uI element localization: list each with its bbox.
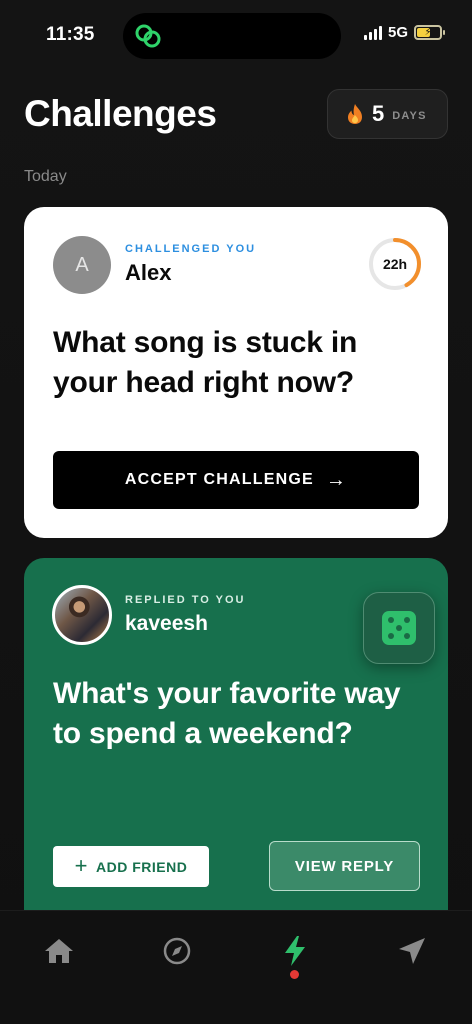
link-rings-icon	[135, 24, 161, 48]
random-question-button[interactable]	[363, 592, 435, 664]
arrow-right-icon: →	[325, 468, 348, 491]
nav-send[interactable]	[394, 933, 430, 969]
plus-icon: +	[74, 852, 88, 878]
nav-challenges[interactable]	[277, 933, 313, 969]
reply-status-label: REPLIED TO YOU	[125, 594, 246, 606]
challenger-name[interactable]: Alex	[125, 260, 171, 286]
flame-icon	[348, 104, 362, 124]
view-reply-button[interactable]: VIEW REPLY	[269, 841, 420, 891]
avatar[interactable]: A	[53, 236, 111, 294]
reply-card: REPLIED TO YOU kaveesh What's your favor…	[24, 558, 448, 938]
streak-unit: DAYS	[392, 109, 427, 122]
home-icon	[45, 939, 73, 963]
section-label-today: Today	[24, 168, 67, 185]
challenge-status-label: CHALLENGED YOU	[125, 243, 257, 255]
reply-question: What's your favorite way to spend a week…	[53, 677, 401, 750]
streak-badge[interactable]: 5 DAYS	[327, 89, 448, 139]
streak-count: 5	[372, 101, 385, 126]
notification-dot	[290, 970, 299, 979]
accept-challenge-button[interactable]: ACCEPT CHALLENGE →	[53, 451, 419, 509]
lightning-icon	[285, 936, 305, 966]
cellular-signal-icon	[363, 25, 382, 40]
challenge-card: A CHALLENGED YOU Alex 22h What song is s…	[24, 207, 448, 538]
dynamic-island	[123, 13, 341, 59]
nav-home[interactable]	[41, 933, 77, 969]
dice-icon	[382, 611, 416, 645]
timer-text: 22h	[382, 256, 408, 272]
network-type: 5G	[387, 24, 408, 41]
compass-icon	[163, 937, 191, 965]
add-friend-button[interactable]: + ADD FRIEND	[53, 846, 209, 887]
page-title: Challenges	[24, 93, 217, 134]
nav-explore[interactable]	[159, 933, 195, 969]
bottom-nav	[0, 910, 472, 1024]
status-bar: 11:35 5G ⚡	[0, 0, 472, 70]
paper-plane-icon	[399, 938, 425, 964]
status-indicators: 5G ⚡	[363, 24, 445, 41]
countdown-timer: 22h	[368, 237, 422, 291]
add-friend-label: ADD FRIEND	[96, 858, 188, 875]
battery-charging-icon: ⚡	[414, 25, 445, 40]
status-time: 11:35	[46, 24, 95, 45]
accept-challenge-label: ACCEPT CHALLENGE	[124, 471, 314, 488]
avatar[interactable]	[52, 585, 112, 645]
challenge-question: What song is stuck in your head right no…	[53, 326, 358, 399]
replier-name[interactable]: kaveesh	[125, 612, 208, 636]
